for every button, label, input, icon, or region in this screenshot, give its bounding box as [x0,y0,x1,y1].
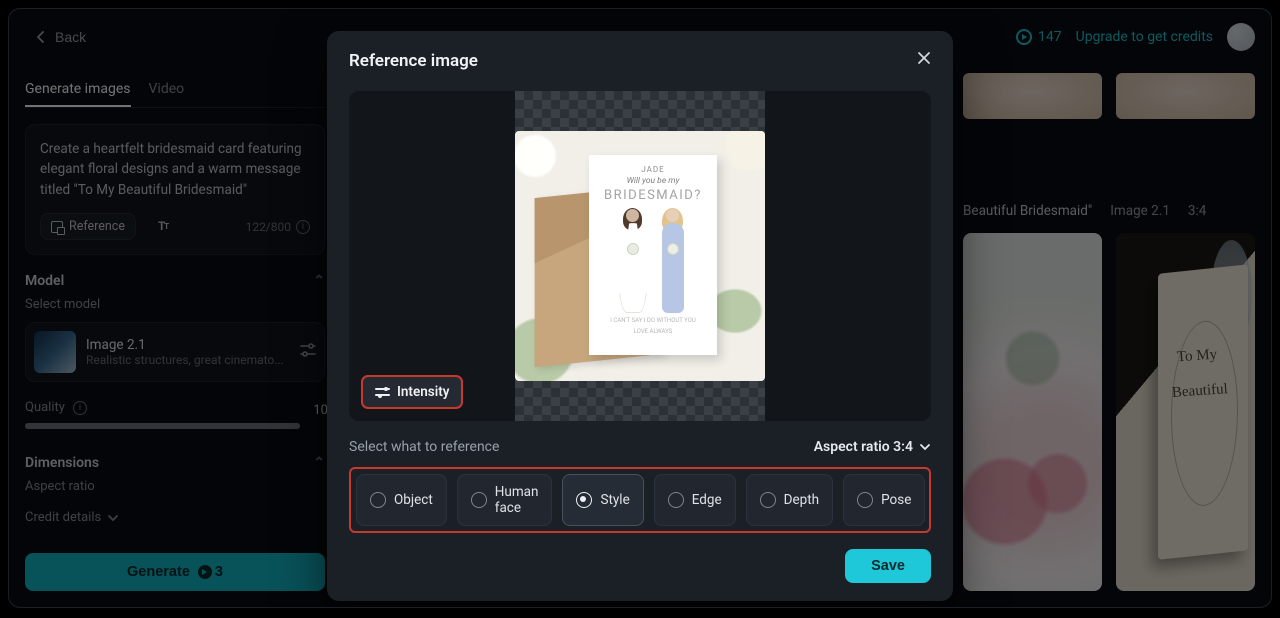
aspect-ratio-value: Aspect ratio 3:4 [814,439,913,455]
card-footer: I CAN'T SAY I DO WITHOUT YOU [597,317,709,324]
card-name: JADE [597,165,709,174]
sliders-icon [375,386,390,398]
save-button[interactable]: Save [845,549,931,583]
reference-image[interactable]: JADE Will you be my BRIDESMAID? I CAN'T … [515,131,765,381]
intensity-button[interactable]: Intensity [361,375,463,409]
option-label: Edge [692,492,722,508]
option-label: Pose [881,492,911,508]
option-style[interactable]: Style [562,474,643,526]
reference-preview: JADE Will you be my BRIDESMAID? I CAN'T … [349,91,931,421]
option-label: Depth [784,492,819,508]
option-human-face[interactable]: Human face [457,474,553,526]
option-label: Object [394,492,433,508]
option-label: Style [600,492,629,508]
modal-overlay: Reference image JADE Will you be my BRID… [9,9,1271,607]
close-icon [917,51,931,65]
card-will: Will you be my [597,176,709,186]
modal-title: Reference image [349,51,931,71]
option-edge[interactable]: Edge [654,474,736,526]
option-label: Human face [495,484,539,516]
option-depth[interactable]: Depth [746,474,833,526]
chevron-down-icon [919,441,931,453]
intensity-label: Intensity [397,384,449,400]
card-bridesmaid: BRIDESMAID? [597,188,709,203]
close-button[interactable] [911,45,937,71]
option-pose[interactable]: Pose [843,474,925,526]
card-footer: LOVE ALWAYS [597,328,709,335]
reference-mode-options: Object Human face Style Edge Depth Pose [349,467,931,533]
reference-image-modal: Reference image JADE Will you be my BRID… [327,31,953,601]
select-what-label: Select what to reference [349,439,499,455]
option-object[interactable]: Object [356,474,447,526]
aspect-ratio-selector[interactable]: Aspect ratio 3:4 [814,439,931,455]
